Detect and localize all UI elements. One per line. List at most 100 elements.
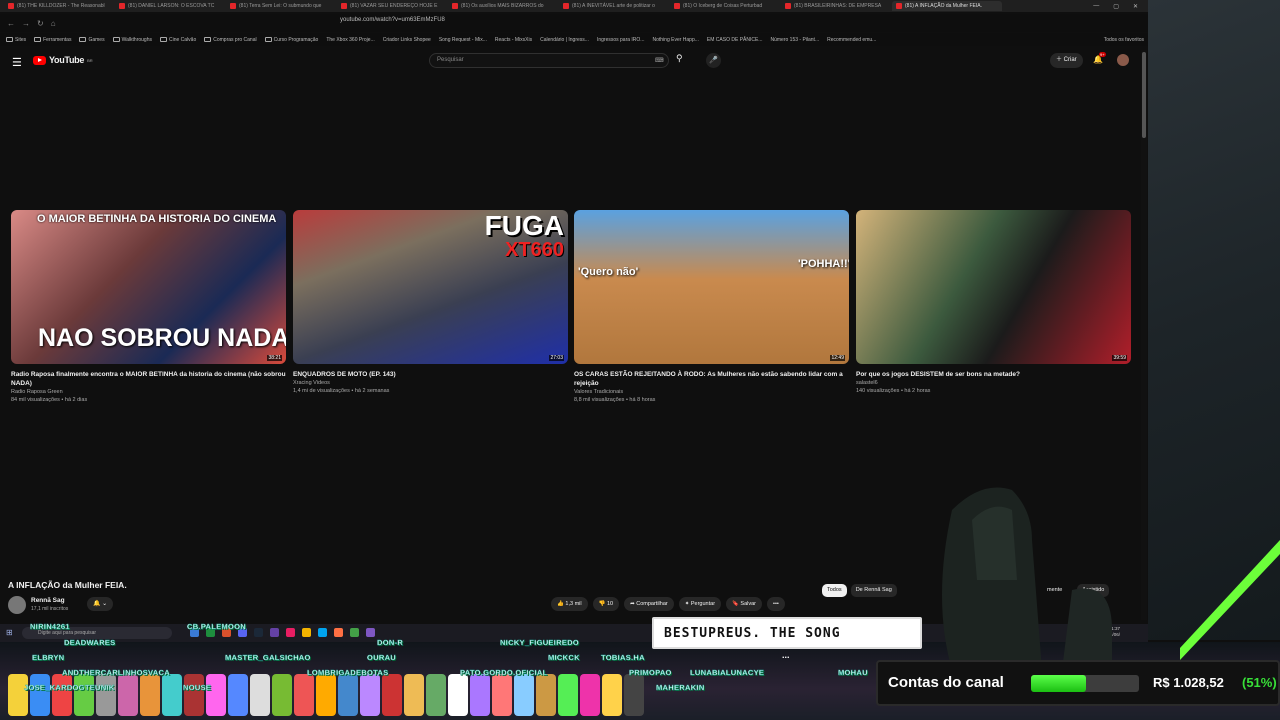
back-icon[interactable]: ←: [7, 19, 15, 28]
video-card[interactable]: O MAIOR BETINHA DA HISTORIA DO CINEMA NA…: [11, 210, 286, 404]
all-bookmarks[interactable]: Todos os favoritos: [1102, 33, 1144, 46]
chip-channel[interactable]: De Rennã Sag: [850, 584, 897, 597]
video-thumbnail[interactable]: 39:59: [856, 210, 1131, 364]
steam-icon[interactable]: [254, 628, 263, 637]
youtube-play-icon: [33, 55, 46, 65]
save-button[interactable]: 🔖 Salvar: [726, 597, 763, 611]
like-button[interactable]: 👍 1,3 mil: [551, 597, 588, 611]
ask-button[interactable]: ✦ Perguntar: [678, 597, 722, 611]
viewer-username: CB.PALEMOON: [187, 622, 246, 631]
close-icon[interactable]: ✕: [1133, 3, 1138, 10]
bookmark[interactable]: Curso Programação: [264, 37, 318, 43]
search-icon[interactable]: ⚲: [676, 53, 683, 64]
forward-icon[interactable]: →: [22, 19, 30, 28]
bookmark[interactable]: Nothing Ever Happ...: [652, 37, 698, 43]
viewer-sprite: [536, 674, 556, 716]
youtube-logo[interactable]: YouTube BR: [33, 55, 93, 65]
bookmark[interactable]: Ferramentas: [34, 37, 71, 43]
bookmark[interactable]: Compras pro Canal: [204, 37, 257, 43]
viewer-username: PATO.GORDO.OFICIAL: [460, 668, 548, 677]
browser-tab[interactable]: (81) BRASILEIRINHAS: DE EMPRESA: [781, 1, 891, 11]
reload-icon[interactable]: ↻: [37, 19, 44, 28]
bookmark[interactable]: Games: [79, 37, 105, 43]
viewer-username: OURAU: [367, 653, 396, 662]
home-icon[interactable]: ⌂: [51, 19, 56, 28]
viewer-sprite: [602, 674, 622, 716]
video-duration: 27:03: [549, 355, 564, 361]
video-thumbnail[interactable]: 'Quero não' 'POHHA!!' 12:49: [574, 210, 849, 364]
video-card[interactable]: 39:59 Por que os jogos DESISTEM de ser b…: [856, 210, 1131, 395]
video-meta: 140 visualizações • há 2 horas: [856, 388, 931, 394]
video-title[interactable]: Por que os jogos DESISTEM de ser bons na…: [856, 370, 1131, 379]
viewer-username: MASTER_GALSICHAO: [225, 653, 311, 662]
app-icon[interactable]: [270, 628, 279, 637]
app-icon[interactable]: [350, 628, 359, 637]
browser-tab[interactable]: (81) THE KILLDOZER - The Reasonabl: [4, 1, 114, 11]
app-icon[interactable]: [366, 628, 375, 637]
video-channel[interactable]: Valores Tradicionais: [574, 388, 849, 396]
bookmark[interactable]: Ingressos para IRO...: [597, 37, 645, 43]
youtube-favicon-icon: [8, 3, 14, 9]
minimize-icon[interactable]: —: [1093, 3, 1099, 9]
streamer-chair: [942, 487, 1112, 670]
viewer-username: ELBRYN: [32, 653, 65, 662]
scrollbar-thumb[interactable]: [1142, 52, 1146, 138]
video-card[interactable]: FUGA XT660 27:03 ENQUADROS DE MOTO (EP. …: [293, 210, 568, 395]
browser-tab[interactable]: (81) A INEVITÁVEL arte de politizar o: [559, 1, 669, 11]
bookmark[interactable]: Sites: [6, 37, 26, 43]
url-field[interactable]: youtube.com/watch?v=um63EmMzFU8: [340, 17, 445, 23]
browser-tab[interactable]: (81) VAZAR SEU ENDEREÇO HOJE E: [337, 1, 447, 11]
video-card[interactable]: 'Quero não' 'POHHA!!' 12:49 OS CARAS EST…: [574, 210, 849, 404]
bookmark[interactable]: Reacts - MixsXis: [495, 37, 532, 43]
video-channel[interactable]: Radio Raposa Green: [11, 388, 286, 396]
subscription-bell-button[interactable]: 🔔 ⌄: [87, 597, 114, 611]
video-title[interactable]: ENQUADROS DE MOTO (EP. 143): [293, 370, 568, 379]
windows-start-icon[interactable]: ⊞: [6, 628, 13, 637]
viewer-sprite: [448, 674, 468, 716]
bookmark[interactable]: Número 153 - Pilant...: [770, 37, 819, 43]
more-actions-button[interactable]: •••: [767, 597, 785, 611]
channel-avatar[interactable]: [8, 596, 26, 614]
video-thumbnail[interactable]: FUGA XT660 27:03: [293, 210, 568, 364]
browser-tab[interactable]: (81) Terra Sem Lei: O submundo que: [226, 1, 336, 11]
video-channel[interactable]: salastel6: [856, 379, 1131, 387]
app-icon[interactable]: [334, 628, 343, 637]
bookmark[interactable]: EM CASO DE PÂNICE...: [707, 37, 763, 43]
bookmark[interactable]: The Xbox 360 Proje...: [326, 37, 374, 43]
browser-tab[interactable]: (81) O Iceberg de Coisas Perturbad: [670, 1, 780, 11]
app-icon[interactable]: [318, 628, 327, 637]
video-thumbnail[interactable]: O MAIOR BETINHA DA HISTORIA DO CINEMA NA…: [11, 210, 286, 364]
bookmark[interactable]: Criador Links Shopee: [383, 37, 431, 43]
chip-all[interactable]: Todos: [822, 584, 847, 597]
bookmark[interactable]: Walkthroughs: [112, 37, 152, 43]
browser-tab-active[interactable]: (81) A INFLAÇÃO da Mulher FEIA.: [892, 1, 1002, 11]
viewer-username: ANDTHERCARLINHOSVACA: [62, 668, 170, 677]
channel-name[interactable]: Rennã Sag: [31, 597, 65, 604]
video-title[interactable]: Radio Raposa finalmente encontra o MAIOR…: [11, 370, 286, 388]
bookmark[interactable]: Recommended emu...: [827, 37, 876, 43]
share-button[interactable]: ➦ Compartilhar: [624, 597, 674, 611]
folder-icon: [264, 37, 272, 42]
bookmark[interactable]: Cine Calvão: [159, 37, 196, 43]
dislike-button[interactable]: 👎 10: [592, 597, 620, 611]
search-input[interactable]: Pesquisar: [429, 53, 669, 68]
viewer-sprite: [404, 674, 424, 716]
browser-tab[interactable]: (81) Os auxílios MAIS BIZARROS do: [448, 1, 558, 11]
viewer-sprite: [382, 674, 402, 716]
hamburger-menu-icon[interactable]: ☰: [12, 56, 22, 69]
bookmark[interactable]: Song Request - Mix...: [439, 37, 487, 43]
video-meta: 8,8 mil visualizações • há 8 horas: [574, 397, 656, 403]
maximize-icon[interactable]: ▢: [1113, 3, 1119, 10]
youtube-favicon-icon: [674, 3, 680, 9]
microphone-icon[interactable]: 🎤: [706, 53, 721, 68]
video-title[interactable]: OS CARAS ESTÃO REJEITANDO À RODO: As Mul…: [574, 370, 849, 388]
bookmark[interactable]: Calendário | Ingress...: [540, 37, 589, 43]
video-channel[interactable]: Xracing Videos: [293, 379, 568, 387]
keyboard-icon[interactable]: ⌨: [655, 57, 664, 64]
avatar[interactable]: [1117, 54, 1129, 66]
sparkle-icon: ✦: [684, 601, 690, 607]
app-icon[interactable]: [286, 628, 295, 637]
app-icon[interactable]: [302, 628, 311, 637]
create-button[interactable]: ＋ Criar: [1050, 53, 1083, 68]
browser-tab[interactable]: (81) DANIEL LARSON: O ESCOVA TC: [115, 1, 225, 11]
